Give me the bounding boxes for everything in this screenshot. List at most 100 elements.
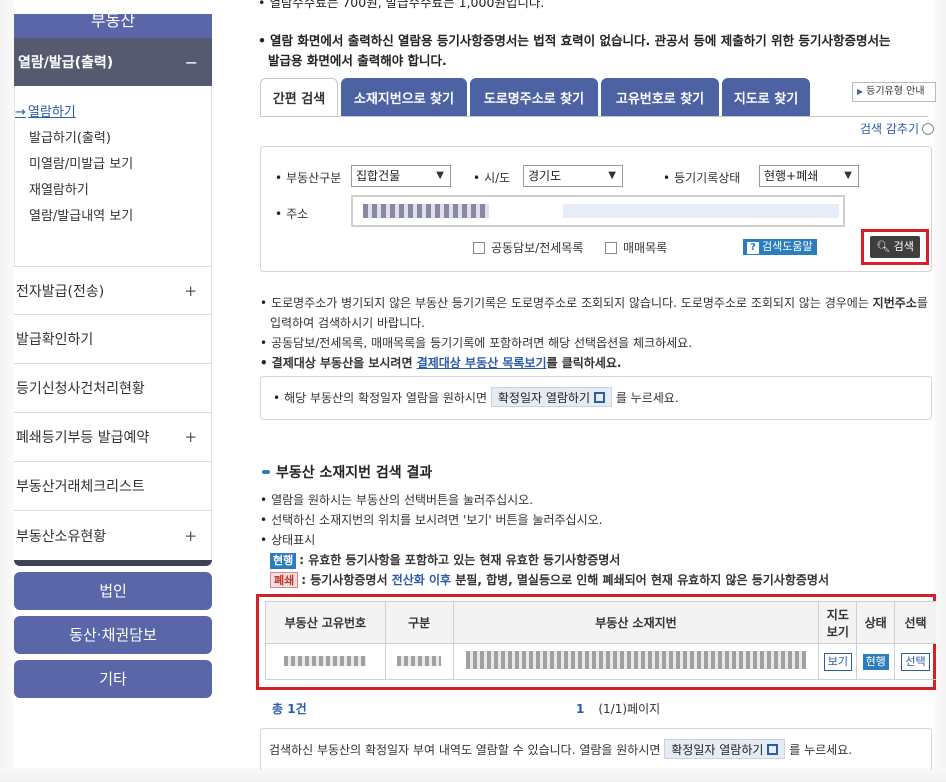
- sidebar-divider: [14, 560, 212, 566]
- note-payment: • 결제대상 부동산을 보시려면 결제대상 부동산 목록보기를 클릭하세요.: [260, 356, 622, 370]
- sidebar-item-e-issue[interactable]: 전자발급(전송) +: [14, 266, 212, 315]
- label-text: 등기기록상태: [674, 171, 741, 185]
- confirm-text: 해당 부동산의 확정일자 열람을 원하시면: [284, 391, 488, 405]
- legend-text: : 유효한 등기사항을 포함하고 있는 현재 유효한 등기사항증명서: [299, 553, 621, 567]
- label-text: 주소: [286, 207, 309, 221]
- sidebar-button-movable[interactable]: 동산·채권담보: [14, 616, 212, 654]
- note-fee: • 열람수수료는 700원, 발급수수료는 1,000원입니다.: [258, 0, 544, 11]
- col-lot-address: 부동산 소재지번: [452, 601, 820, 644]
- tab-simple-search[interactable]: 간편 검색: [260, 78, 338, 116]
- bottom-confirm-date-button[interactable]: 확정일자 열람하기: [664, 739, 786, 759]
- search-help-button[interactable]: ? 검색도움말: [743, 239, 817, 255]
- sidebar-button-other[interactable]: 기타: [14, 660, 212, 698]
- sidebar-item-history[interactable]: 열람/발급내역 보기: [15, 204, 211, 230]
- results-title: 부동산 소재지번 검색 결과: [262, 462, 432, 482]
- bottom-text: 를 누르세요.: [789, 743, 853, 757]
- cell-unique-number: [265, 643, 386, 680]
- checkbox-label: 매매목록: [623, 241, 668, 255]
- bottom-text: 검색하신 부동산의 확정일자 부여 내역도 열람할 수 있습니다. 열람을 원하…: [269, 743, 661, 757]
- sidebar-item-case-status[interactable]: 등기신청사건처리현황: [14, 364, 212, 413]
- page-frame: 부동산 열람/발급(출력) − → 열람하기 발급하기(출력) 미열람/미발급 보…: [0, 0, 946, 782]
- result-note: • 선택하신 소재지번의 위치를 보시려면 '보기' 버튼을 눌러주십시오.: [260, 513, 603, 527]
- expand-icon[interactable]: +: [184, 282, 197, 300]
- address-input[interactable]: [351, 195, 845, 227]
- sidebar-section-view-issue[interactable]: 열람/발급(출력) −: [14, 38, 212, 86]
- col-select: 선택: [894, 601, 936, 644]
- search-notes: • 도로명주소가 병기되지 않은 부동산 등기기록은 도로명주소로 조회되지 않습…: [260, 293, 930, 373]
- tab-underline: [260, 116, 928, 117]
- page-info: 1 (1/1)페이지: [576, 700, 660, 717]
- note-text: 공동담보/전세목록, 매매목록을 등기기록에 포함하려면 해당 선택옵션을 체크…: [271, 336, 693, 350]
- search-panel: • 부동산구분 집합건물 ▼ • 시/도 경기도 ▼ • 등기기록상태 현행+폐쇄 ▼ • 주…: [260, 146, 932, 272]
- register-guide-label: 등기유형 안내: [866, 86, 925, 97]
- legend-text: : 등기사항증명서: [301, 573, 392, 587]
- sidebar-header[interactable]: 부동산: [14, 14, 212, 38]
- sido-select[interactable]: 경기도 ▼: [523, 165, 623, 187]
- note-text: 열람 화면에서 출력하신 열람용 등기사항증명서는 법적 효력이 없습니다. 관…: [270, 33, 891, 48]
- select-value: 집합건물: [356, 169, 401, 183]
- sidebar-item-verify[interactable]: 발급확인하기: [14, 315, 212, 364]
- tab-road-address[interactable]: 도로명주소로 찾기: [470, 78, 598, 116]
- note-text: 열람수수료는 700원, 발급수수료는 1,000원입니다.: [269, 0, 545, 10]
- search-button[interactable]: 🔍︎ 검색: [870, 236, 920, 258]
- sidebar-item-label: 부동산소유현황: [16, 528, 107, 545]
- payment-list-link[interactable]: 결제대상 부동산 목록보기: [417, 356, 547, 370]
- joint-collateral-checkbox[interactable]: 공동담보/전세목록: [473, 239, 583, 256]
- results-highlight: 부동산 고유번호 구분 부동산 소재지번 지도 보기 상태 선택 보기 현행 선…: [256, 594, 936, 690]
- sidebar-section-label: 열람/발급(출력): [18, 55, 114, 71]
- sale-list-checkbox[interactable]: 매매목록: [605, 239, 667, 256]
- checkbox-icon: [473, 242, 485, 254]
- sidebar-item-checklist[interactable]: 부동산거래체크리스트: [14, 462, 212, 511]
- note-text: 상태표시: [271, 533, 316, 547]
- expand-icon[interactable]: +: [184, 527, 197, 545]
- record-status-select[interactable]: 현행+폐쇄 ▼: [759, 165, 859, 187]
- sidebar-item-label: 등기신청사건처리현황: [16, 381, 145, 397]
- note-text: 선택하신 소재지번의 위치를 보시려면 '보기' 버튼을 눌러주십시오.: [271, 513, 603, 527]
- sidebar-button-corporation[interactable]: 법인: [14, 572, 212, 610]
- sidebar-item-review[interactable]: 재열람하기: [15, 178, 211, 204]
- select-button[interactable]: 선택: [901, 652, 930, 671]
- help-label: 검색도움말: [762, 240, 813, 253]
- bottom-confirm-box: 검색하신 부동산의 확정일자 부여 내역도 열람할 수 있습니다. 열람을 원하…: [260, 728, 932, 770]
- collapse-icon[interactable]: −: [185, 53, 198, 72]
- sidebar-item-label: 발급확인하기: [16, 332, 94, 348]
- tab-unique-number[interactable]: 고유번호로 찾기: [601, 78, 719, 116]
- sidebar-item-label: 폐쇄등기부등 발급예약: [16, 430, 150, 446]
- search-button-label: 검색: [893, 240, 914, 253]
- result-note: • 열람을 원하시는 부동산의 선택버튼을 눌러주십시오.: [260, 493, 534, 507]
- sidebar-item-closed-reservation[interactable]: 폐쇄등기부등 발급예약 +: [14, 413, 212, 462]
- redacted-text: [465, 651, 806, 669]
- map-view-button[interactable]: 보기: [823, 652, 852, 671]
- title-bullet-icon: [262, 470, 270, 474]
- legend-current: 현행: 유효한 등기사항을 포함하고 있는 현재 유효한 등기사항증명서: [260, 550, 930, 570]
- chevron-down-icon: ▼: [608, 170, 616, 181]
- sidebar-item-ownership[interactable]: 부동산소유현황 +: [14, 511, 212, 560]
- total-count: 총 1건: [272, 702, 307, 716]
- search-icon: 🔍︎: [876, 240, 891, 253]
- pagination: 총 1건 1 (1/1)페이지: [260, 696, 932, 720]
- cell-select: 선택: [894, 643, 936, 680]
- external-link-icon: [594, 392, 605, 403]
- cell-category: [384, 643, 454, 680]
- confirm-date-box: • 해당 부동산의 확정일자 열람을 원하시면 확정일자 열람하기 를 누르세요.: [260, 376, 932, 420]
- expand-icon[interactable]: +: [184, 428, 197, 446]
- redacted-text: [397, 655, 442, 666]
- bottom-confirm-row: 검색하신 부동산의 확정일자 부여 내역도 열람할 수 있습니다. 열람을 원하…: [269, 739, 852, 759]
- address-label: • 주소: [275, 207, 309, 221]
- sidebar-item-view[interactable]: → 열람하기: [15, 100, 211, 126]
- confirm-date-button[interactable]: 확정일자 열람하기: [490, 387, 612, 407]
- col-map: 지도 보기: [818, 601, 858, 644]
- sidebar: 부동산 열람/발급(출력) − → 열람하기 발급하기(출력) 미열람/미발급 보…: [14, 14, 212, 768]
- sidebar-item-issue[interactable]: 발급하기(출력): [15, 126, 211, 152]
- select-value: 경기도: [528, 169, 562, 183]
- tab-map[interactable]: 지도로 찾기: [722, 78, 810, 116]
- sidebar-item-unviewed[interactable]: 미열람/미발급 보기: [15, 152, 211, 178]
- property-type-select[interactable]: 집합건물 ▼: [351, 165, 451, 187]
- frame-shadow-bottom: [0, 768, 946, 782]
- status-badge: 현행: [862, 653, 889, 670]
- hide-search-link[interactable]: 검색 감추기: [860, 120, 935, 137]
- tab-lot-number[interactable]: 소재지번으로 찾기: [341, 78, 467, 116]
- page-number[interactable]: 1: [576, 702, 584, 716]
- table-header-row: 부동산 고유번호 구분 부동산 소재지번 지도 보기 상태 선택: [265, 601, 936, 644]
- register-guide-button[interactable]: ▶ 등기유형 안내: [852, 82, 936, 102]
